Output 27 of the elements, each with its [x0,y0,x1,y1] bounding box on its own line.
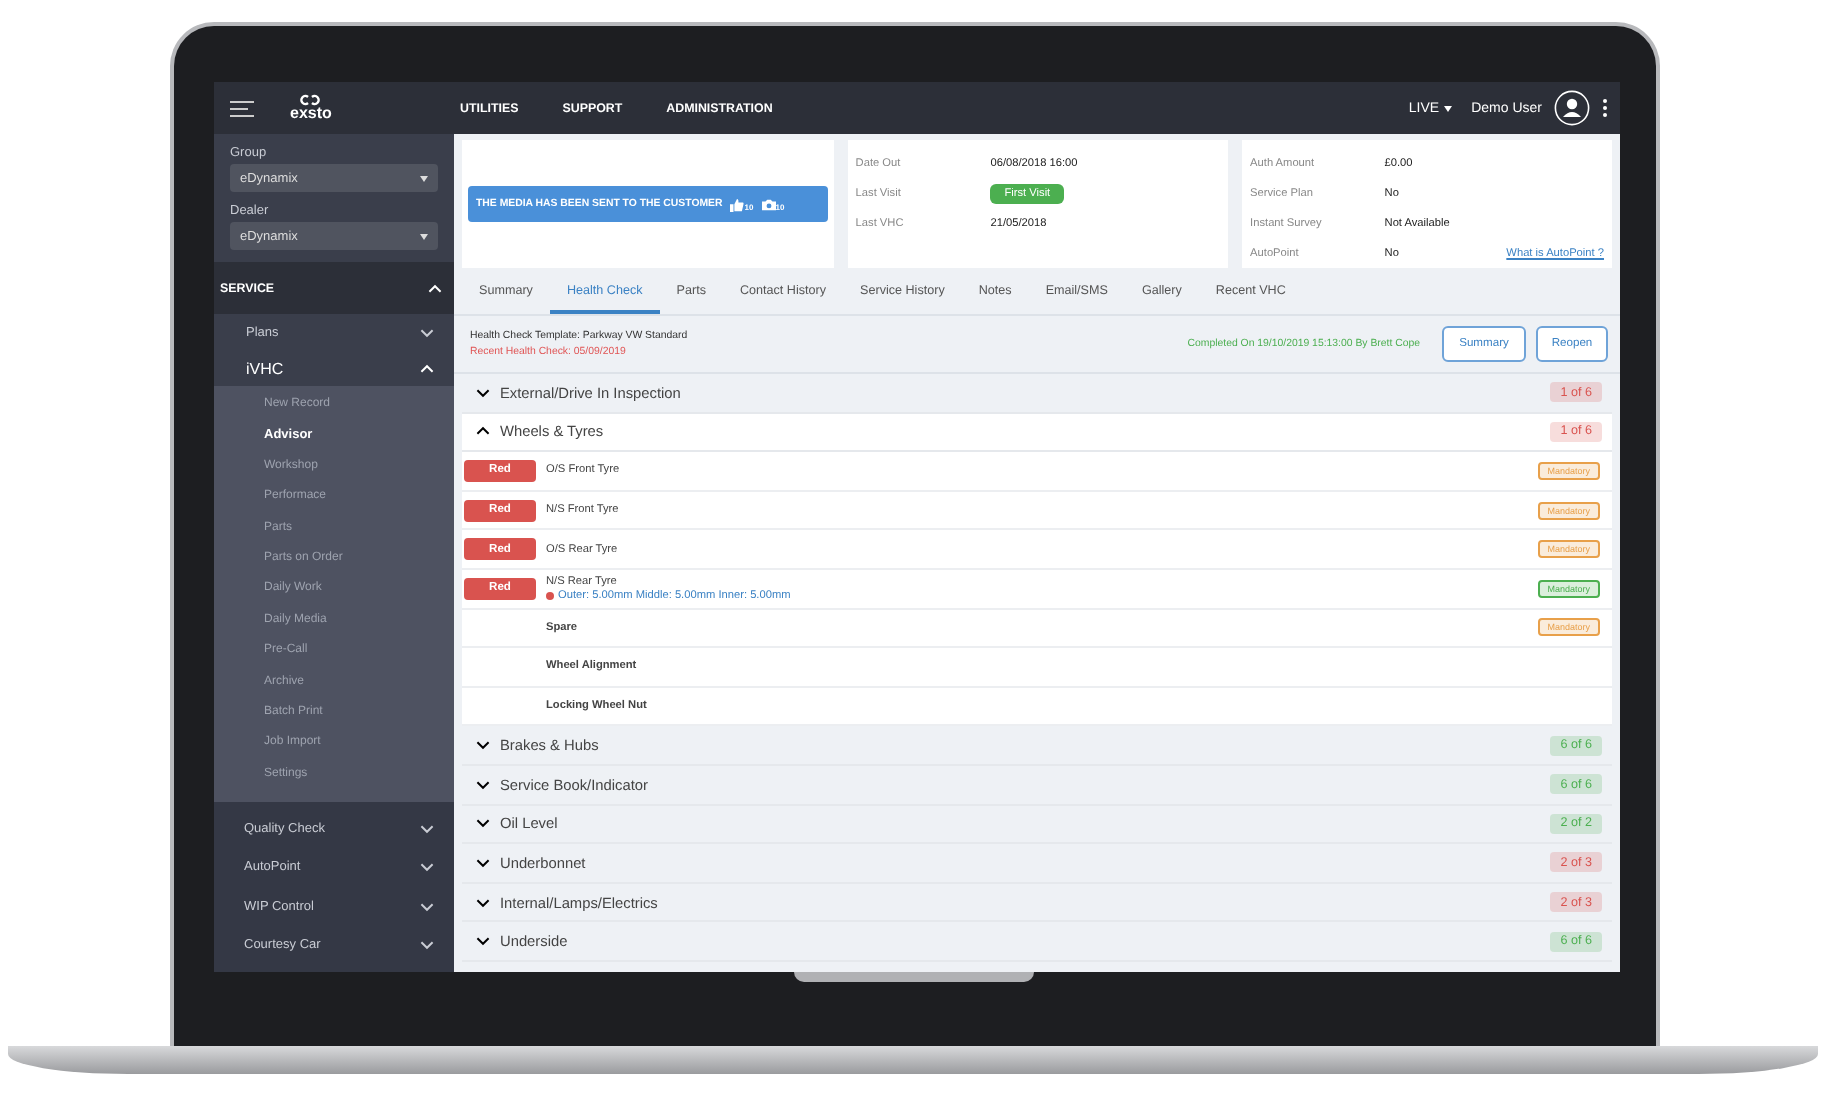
chevron-icon [476,818,490,829]
chevron-icon [420,824,434,835]
sidebar-item[interactable]: iVHC [214,350,454,386]
chevron-icon [420,363,434,373]
chevron-icon [420,327,434,337]
caret-icon [420,175,428,181]
caret-icon [1443,105,1452,111]
chevron-icon [476,857,490,868]
chevron-icon [420,939,434,950]
logo-icon [300,94,321,106]
chevron-icon [476,426,490,437]
status-dot [546,591,554,600]
caret-icon [420,233,428,239]
chevron-icon [428,283,442,293]
chevron-icon [476,740,490,751]
chevron-icon [420,901,434,912]
menu-icon[interactable] [230,99,254,117]
chevron-icon [476,936,490,947]
camera-icon [761,197,776,211]
chevron-icon [476,779,490,790]
chevron-icon [420,862,434,873]
chevron-icon [476,387,490,398]
logo-text: exsto [290,106,332,122]
thumbs-up-icon [730,197,745,211]
user-avatar-icon[interactable] [1554,90,1590,126]
chevron-icon [476,897,490,908]
more-icon[interactable] [1602,98,1608,118]
